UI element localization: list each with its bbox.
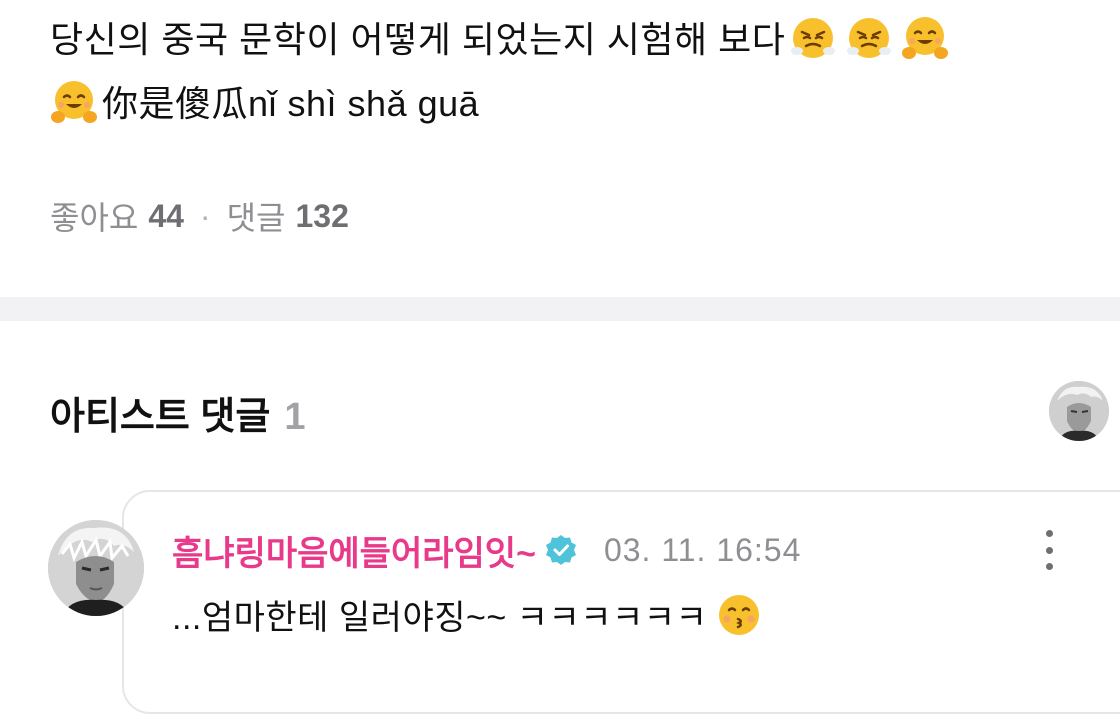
post-text-line-1: 당신의 중국 문학이 어떻게 되었는지 시험해 보다: [50, 8, 1090, 72]
more-dot: [1045, 546, 1053, 554]
artist-comments-count: 1: [284, 396, 306, 438]
likes-count[interactable]: 44: [148, 198, 184, 235]
comment-timestamp: 03. 11. 16:54: [603, 531, 802, 568]
more-dot: [1045, 530, 1053, 537]
more-options-icon[interactable]: [1034, 530, 1064, 570]
artist-comments-title: 아티스트 댓글: [50, 396, 271, 438]
likes-label[interactable]: 좋아요: [50, 193, 138, 239]
comment-text: ...엄마한테 일러야징~~ ㅋㅋㅋㅋㅋㅋ: [172, 599, 708, 637]
hugging-face-emoji-icon: [901, 14, 949, 62]
comment-meta: 흠냐링마음에들어라임잇~ 03. 11. 16:54: [172, 526, 802, 575]
huffing-face-emoji-icon: [789, 14, 837, 62]
hugging-face-emoji-icon: [50, 78, 98, 126]
post-text-line-2: 你是傻瓜nǐ shì shǎ guā: [50, 72, 1090, 136]
comments-label[interactable]: 댓글: [227, 193, 286, 239]
stats-separator: ·: [199, 197, 211, 234]
post-stats: 좋아요 44 · 댓글 132: [50, 193, 349, 239]
post-body: 당신의 중국 문학이 어떻게 되었는지 시험해 보다 你是傻瓜nǐ shì sh…: [50, 8, 1090, 136]
artist-avatar[interactable]: [1049, 381, 1109, 441]
artist-comments-header: 아티스트 댓글 1: [50, 385, 305, 440]
more-dot: [1045, 563, 1053, 570]
section-divider: [0, 297, 1120, 321]
comment-author-name[interactable]: 흠냐링마음에들어라임잇~: [172, 526, 536, 575]
comment-author-avatar[interactable]: [48, 520, 144, 616]
post-text-korean: 당신의 중국 문학이 어떻게 되었는지 시험해 보다: [50, 19, 786, 60]
kissing-face-emoji-icon: [715, 591, 763, 639]
comments-count[interactable]: 132: [295, 198, 348, 235]
post-text-chinese: 你是傻瓜nǐ shì shǎ guā: [102, 83, 480, 124]
huffing-face-emoji-icon: [845, 14, 893, 62]
verified-badge-icon: [545, 535, 576, 565]
comment-body: ...엄마한테 일러야징~~ ㅋㅋㅋㅋㅋㅋ: [172, 590, 767, 639]
post-text: 당신의 중국 문학이 어떻게 되었는지 시험해 보다 你是傻瓜nǐ shì sh…: [50, 8, 1090, 136]
